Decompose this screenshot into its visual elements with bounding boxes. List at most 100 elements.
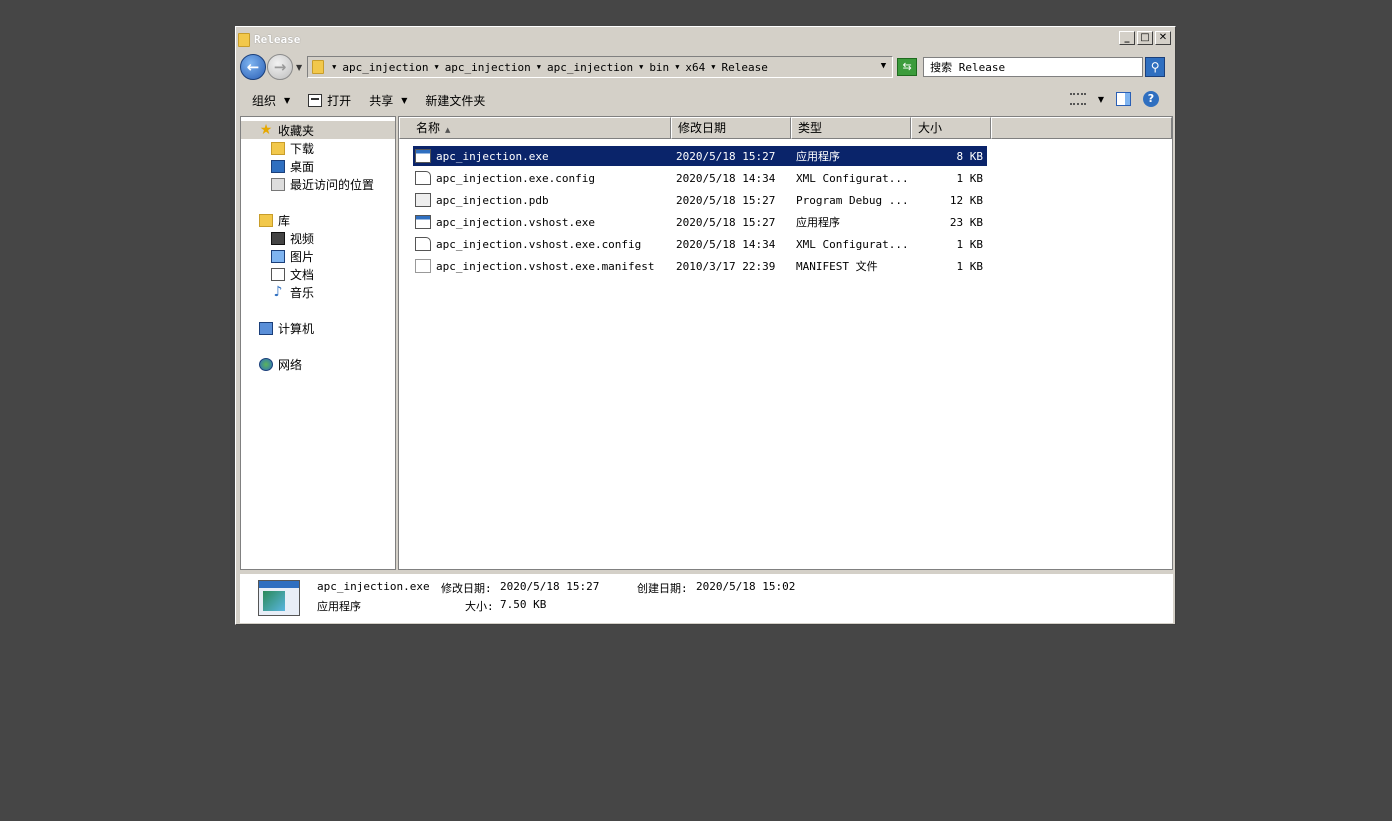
breadcrumb-separator[interactable]: ▼ — [434, 63, 438, 71]
sidebar-item-label: 计算机 — [278, 321, 315, 336]
column-header-date[interactable]: 修改日期 — [671, 117, 791, 139]
file-name-cell: apc_injection.pdb — [413, 193, 671, 207]
file-name: apc_injection.vshost.exe.config — [436, 237, 642, 251]
sidebar-item-network[interactable]: 网络 — [259, 355, 302, 373]
file-date-cell: 2020/5/18 15:27 — [676, 193, 776, 207]
file-name: apc_injection.exe — [436, 149, 549, 163]
column-header-size[interactable]: 大小 — [911, 117, 991, 139]
file-row[interactable]: apc_injection.pdb 2020/5/18 15:27 Program … — [413, 190, 987, 210]
star-icon: ★ — [259, 121, 273, 138]
view-options-icon[interactable] — [1069, 93, 1086, 105]
music-icon: ♪ — [273, 283, 283, 300]
open-icon — [308, 93, 323, 107]
file-name: apc_injection.vshost.exe.manifest — [436, 259, 655, 273]
sidebar-item-label: 视频 — [290, 231, 315, 246]
chevron-down-icon: ▼ — [401, 95, 408, 105]
sidebar-item-label: 文档 — [290, 267, 315, 282]
organize-button[interactable]: 组织 ▼ — [252, 92, 290, 109]
view-dropdown-icon[interactable]: ▼ — [1098, 95, 1104, 104]
details-type: 应用程序 — [317, 600, 361, 613]
file-size-cell: 23 KB — [949, 215, 983, 229]
recent-pages-dropdown[interactable]: ▼ — [296, 63, 302, 72]
file-name: apc_injection.vshost.exe — [436, 215, 595, 229]
breadcrumb-separator[interactable]: ▼ — [537, 63, 541, 71]
arrow-right-icon: → — [273, 58, 287, 76]
breadcrumb-segment[interactable]: x64 — [685, 61, 705, 74]
column-header-type[interactable]: 类型 — [791, 117, 911, 139]
back-button[interactable]: ← — [240, 54, 266, 80]
breadcrumb-segment[interactable]: bin — [649, 61, 669, 74]
file-date-cell: 2020/5/18 15:27 — [676, 215, 776, 229]
sidebar-item-music[interactable]: ♪ 音乐 — [271, 283, 314, 301]
breadcrumb-segment[interactable]: apc_injection — [445, 61, 531, 74]
file-type-cell: MANIFEST 文件 — [796, 260, 878, 273]
minimize-button[interactable]: _ — [1119, 31, 1135, 45]
open-button[interactable]: 打开 — [308, 92, 351, 109]
window-controls: _ □ ✕ — [1119, 31, 1171, 45]
search-button[interactable]: ⚲ — [1145, 57, 1166, 77]
window-title: Release — [254, 33, 301, 46]
config-file-icon — [415, 171, 431, 185]
folder-icon — [312, 60, 325, 74]
sidebar-item-desktop[interactable]: 桌面 — [271, 157, 314, 175]
search-input[interactable]: 搜索 Release — [923, 57, 1144, 77]
details-size-value: 7.50 KB — [500, 598, 547, 611]
sidebar-item-videos[interactable]: 视频 — [271, 229, 314, 247]
sidebar-item-pictures[interactable]: 图片 — [271, 247, 314, 265]
file-name-cell: apc_injection.vshost.exe.manifest — [413, 259, 671, 273]
command-bar: 组织 ▼ 打开 共享 ▼ 新建文件夹 ▼ ? — [240, 85, 1171, 115]
sidebar-item-documents[interactable]: 文档 — [271, 265, 314, 283]
file-row[interactable]: apc_injection.exe.config 2020/5/18 14:34 X… — [413, 168, 987, 188]
breadcrumb-root-dropdown[interactable]: ▼ — [332, 63, 336, 71]
sidebar-item-favorites[interactable]: ★ 收藏夹 — [241, 121, 395, 139]
title-bar[interactable]: Release _ □ ✕ — [238, 29, 1173, 50]
details-modified-label: 修改日期: — [441, 582, 492, 595]
file-row[interactable]: apc_injection.vshost.exe.manifest 2010/3/… — [413, 256, 987, 276]
column-header-name[interactable]: 名称 ▲ — [399, 117, 671, 139]
navigation-pane: ★ 收藏夹 下载 桌面 最近访问的位置 库 视频 图片 文档 ♪ 音乐 计算机 — [240, 116, 396, 570]
new-folder-button[interactable]: 新建文件夹 — [425, 92, 485, 109]
refresh-button[interactable]: ⇆ — [897, 58, 918, 76]
sidebar-item-label: 网络 — [278, 357, 303, 372]
forward-button[interactable]: → — [267, 54, 293, 80]
column-label: 类型 — [798, 121, 823, 135]
address-history-dropdown[interactable]: ▼ — [881, 61, 886, 71]
address-bar[interactable]: ▼ apc_injection ▼ apc_injection ▼ apc_inje… — [307, 56, 894, 78]
network-icon — [259, 357, 273, 371]
sidebar-item-label: 图片 — [290, 249, 315, 264]
sidebar-item-downloads[interactable]: 下载 — [271, 139, 314, 157]
file-type-cell: XML Configurat... — [796, 171, 909, 185]
file-size-cell: 1 KB — [956, 237, 984, 251]
file-size-cell: 1 KB — [956, 171, 984, 185]
sidebar-item-computer[interactable]: 计算机 — [259, 319, 314, 337]
file-row[interactable]: apc_injection.vshost.exe 2020/5/18 15:27 应… — [413, 212, 987, 232]
maximize-button[interactable]: □ — [1137, 31, 1153, 45]
preview-pane-icon[interactable] — [1116, 92, 1131, 106]
breadcrumb-segment[interactable]: apc_injection — [342, 61, 428, 74]
recent-places-icon — [271, 177, 285, 191]
breadcrumb-separator[interactable]: ▼ — [711, 63, 715, 71]
breadcrumb-separator[interactable]: ▼ — [675, 63, 679, 71]
file-date-cell: 2010/3/17 22:39 — [676, 259, 776, 273]
breadcrumb-separator[interactable]: ▼ — [639, 63, 643, 71]
sort-ascending-icon: ▲ — [445, 126, 451, 134]
breadcrumb-segment-current[interactable]: Release — [722, 61, 768, 74]
file-name: apc_injection.exe.config — [436, 171, 595, 185]
sidebar-item-recent[interactable]: 最近访问的位置 — [271, 175, 374, 193]
folder-icon — [238, 32, 250, 47]
document-icon — [271, 267, 285, 281]
exe-icon — [415, 215, 431, 229]
breadcrumb-segment[interactable]: apc_injection — [547, 61, 633, 74]
details-created-value: 2020/5/18 15:02 — [696, 580, 796, 593]
file-row[interactable]: apc_injection.exe 2020/5/18 15:27 应用程序 8 KB — [413, 146, 987, 166]
close-button[interactable]: ✕ — [1155, 31, 1171, 45]
share-button[interactable]: 共享 ▼ — [369, 92, 407, 109]
file-size-cell: 1 KB — [956, 259, 984, 273]
file-row[interactable]: apc_injection.vshost.exe.config 2020/5/18… — [413, 234, 987, 254]
chevron-down-icon: ▼ — [284, 95, 291, 105]
details-size-label: 大小: — [465, 600, 494, 613]
column-label: 名称 — [416, 121, 441, 135]
sidebar-item-label: 下载 — [290, 141, 315, 156]
help-icon[interactable]: ? — [1143, 91, 1159, 107]
sidebar-item-libraries[interactable]: 库 — [259, 211, 290, 229]
